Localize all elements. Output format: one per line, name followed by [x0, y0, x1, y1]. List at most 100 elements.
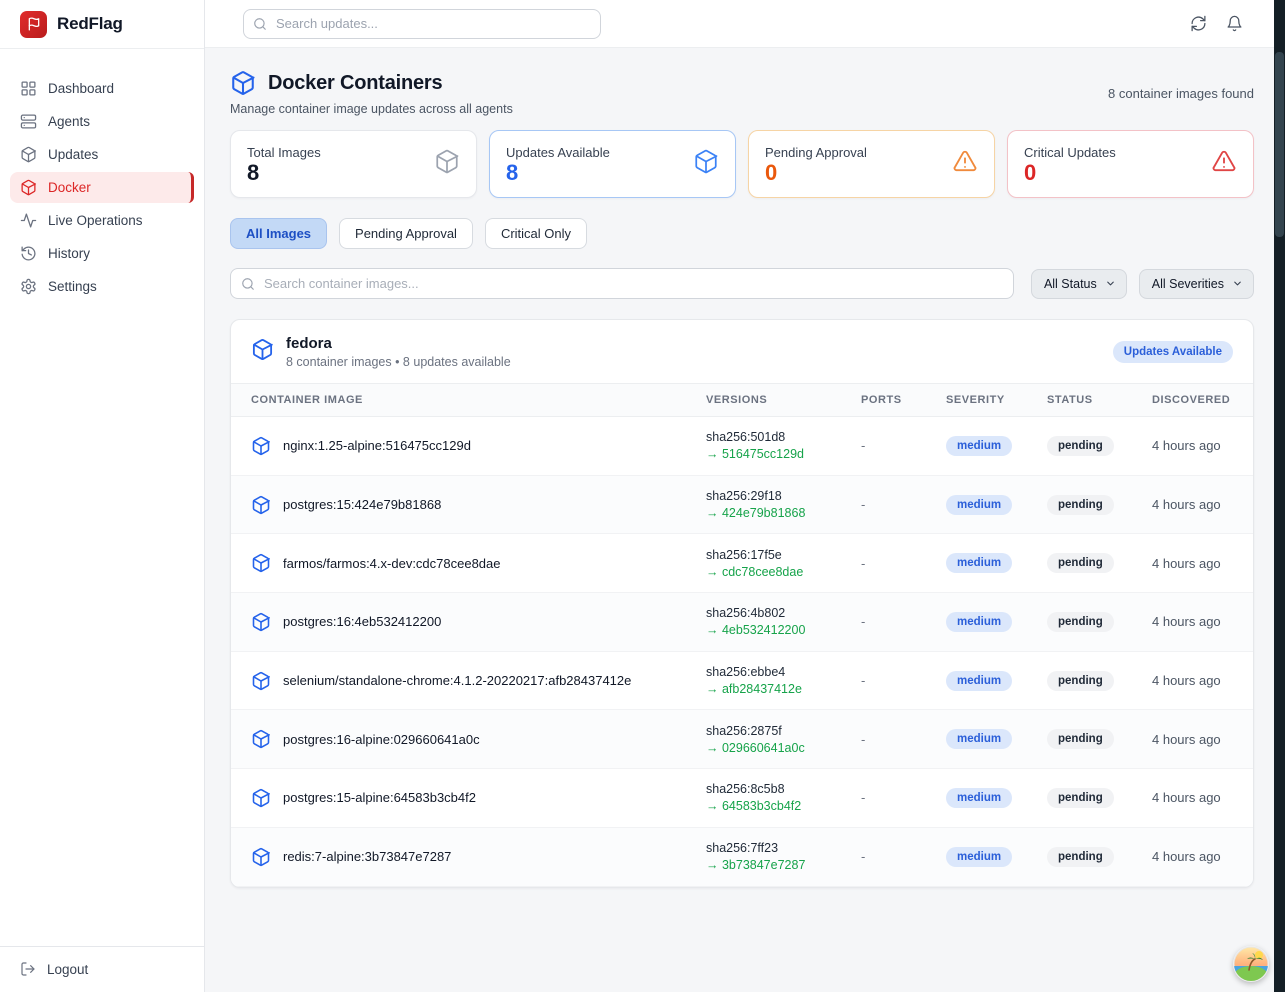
- status-badge: pending: [1047, 436, 1114, 456]
- stat-card-total-images: Total Images 8: [230, 130, 477, 198]
- sidebar-item-updates[interactable]: Updates: [10, 139, 194, 170]
- cell-container-image: redis:7-alpine:3b73847e7287: [251, 847, 706, 867]
- table-row[interactable]: postgres:16-alpine:029660641a0c sha256:2…: [231, 710, 1253, 769]
- scrollbar-track[interactable]: [1274, 0, 1285, 992]
- container-box-icon: [251, 671, 271, 691]
- stat-label: Total Images: [247, 145, 460, 160]
- table-header-row: CONTAINER IMAGE VERSIONS PORTS SEVERITY …: [231, 383, 1253, 417]
- severity-badge: medium: [946, 788, 1012, 808]
- tab-all-images[interactable]: All Images: [230, 218, 327, 249]
- cell-status: pending: [1047, 671, 1152, 691]
- cell-versions: sha256:501d8 → 516475cc129d: [706, 430, 861, 461]
- cell-ports: -: [861, 673, 946, 688]
- table-row[interactable]: redis:7-alpine:3b73847e7287 sha256:7ff23…: [231, 828, 1253, 887]
- sidebar-item-agents[interactable]: Agents: [10, 106, 194, 137]
- refresh-button[interactable]: [1189, 15, 1207, 33]
- stat-label: Pending Approval: [765, 145, 978, 160]
- status-badge: pending: [1047, 553, 1114, 573]
- table-row[interactable]: postgres:15-alpine:64583b3cb4f2 sha256:8…: [231, 769, 1253, 828]
- main-content: Docker Containers Manage container image…: [205, 48, 1285, 992]
- cell-container-image: postgres:15-alpine:64583b3cb4f2: [251, 788, 706, 808]
- page-subtitle: Manage container image updates across al…: [230, 102, 513, 116]
- cell-status: pending: [1047, 788, 1152, 808]
- warning-triangle-icon: [952, 149, 978, 180]
- topbar-actions: [1189, 15, 1255, 33]
- cell-container-image: selenium/standalone-chrome:4.1.2-2022021…: [251, 671, 706, 691]
- dashboard-grid-icon: [20, 80, 37, 97]
- topbar: [205, 0, 1285, 48]
- global-search-input[interactable]: [243, 9, 601, 39]
- cell-status: pending: [1047, 612, 1152, 632]
- update-version: → 029660641a0c: [706, 741, 861, 755]
- sidebar-item-label: Settings: [48, 279, 97, 294]
- cell-status: pending: [1047, 847, 1152, 867]
- container-box-icon: [251, 553, 271, 573]
- container-box-icon: [251, 338, 274, 366]
- container-box-icon: [251, 612, 271, 632]
- status-filter-value: All Status: [1044, 277, 1097, 291]
- cell-severity: medium: [946, 788, 1047, 808]
- cell-ports: -: [861, 438, 946, 453]
- status-badge: pending: [1047, 729, 1114, 749]
- stat-value: 0: [1024, 162, 1237, 184]
- sidebar-item-live-operations[interactable]: Live Operations: [10, 205, 194, 236]
- table-row[interactable]: nginx:1.25-alpine:516475cc129d sha256:50…: [231, 417, 1253, 476]
- logout-button[interactable]: Logout: [20, 961, 184, 977]
- tab-critical-only[interactable]: Critical Only: [485, 218, 587, 249]
- cell-status: pending: [1047, 729, 1152, 749]
- update-version: → cdc78cee8dae: [706, 565, 861, 579]
- cell-discovered: 4 hours ago: [1152, 614, 1233, 629]
- cell-severity: medium: [946, 436, 1047, 456]
- group-header: fedora 8 container images • 8 updates av…: [231, 320, 1253, 383]
- table-row[interactable]: postgres:15:424e79b81868 sha256:29f18 → …: [231, 476, 1253, 535]
- sidebar-item-label: Live Operations: [48, 213, 143, 228]
- table-row[interactable]: farmos/farmos:4.x-dev:cdc78cee8dae sha25…: [231, 534, 1253, 593]
- cell-container-image: postgres:16:4eb532412200: [251, 612, 706, 632]
- table-row[interactable]: postgres:16:4eb532412200 sha256:4b802 → …: [231, 593, 1253, 652]
- cell-ports: -: [861, 556, 946, 571]
- sidebar-item-settings[interactable]: Settings: [10, 271, 194, 302]
- current-version: sha256:ebbe4: [706, 665, 861, 679]
- cell-versions: sha256:8c5b8 → 64583b3cb4f2: [706, 782, 861, 813]
- cell-severity: medium: [946, 847, 1047, 867]
- image-name: farmos/farmos:4.x-dev:cdc78cee8dae: [283, 556, 501, 571]
- status-badge: pending: [1047, 671, 1114, 691]
- cell-severity: medium: [946, 729, 1047, 749]
- tropical-island-icon: [1233, 946, 1269, 982]
- sidebar-nav: Dashboard Agents Updates Docker Live Ope…: [0, 49, 204, 302]
- notifications-button[interactable]: [1225, 15, 1243, 33]
- sidebar-item-history[interactable]: History: [10, 238, 194, 269]
- stat-card-pending-approval: Pending Approval 0: [748, 130, 995, 198]
- sidebar-item-dashboard[interactable]: Dashboard: [10, 73, 194, 104]
- col-header-discovered: DISCOVERED: [1152, 394, 1233, 406]
- cell-discovered: 4 hours ago: [1152, 556, 1233, 571]
- image-search-input[interactable]: [230, 268, 1014, 299]
- status-badge: pending: [1047, 612, 1114, 632]
- sidebar-item-docker[interactable]: Docker: [10, 172, 194, 203]
- stat-card-updates-available: Updates Available 8: [489, 130, 736, 198]
- status-filter-select[interactable]: All Status: [1031, 269, 1127, 299]
- container-box-icon: [251, 847, 271, 867]
- image-name: postgres:16:4eb532412200: [283, 614, 441, 629]
- scrollbar-thumb[interactable]: [1275, 52, 1284, 237]
- severity-badge: medium: [946, 612, 1012, 632]
- table-row[interactable]: selenium/standalone-chrome:4.1.2-2022021…: [231, 652, 1253, 711]
- brand-header: RedFlag: [0, 0, 204, 49]
- container-box-icon: [251, 729, 271, 749]
- history-clock-icon: [20, 245, 37, 262]
- cell-status: pending: [1047, 436, 1152, 456]
- cell-container-image: nginx:1.25-alpine:516475cc129d: [251, 436, 706, 456]
- sidebar: RedFlag Dashboard Agents Updates Docker …: [0, 0, 205, 992]
- sidebar-footer: Logout: [0, 946, 204, 992]
- cell-status: pending: [1047, 495, 1152, 515]
- severity-filter-select[interactable]: All Severities: [1139, 269, 1254, 299]
- tab-pending-approval[interactable]: Pending Approval: [339, 218, 473, 249]
- current-version: sha256:8c5b8: [706, 782, 861, 796]
- container-box-icon: [693, 149, 719, 180]
- island-widget-button[interactable]: [1233, 946, 1269, 982]
- current-version: sha256:29f18: [706, 489, 861, 503]
- stat-label: Critical Updates: [1024, 145, 1237, 160]
- container-box-icon: [251, 495, 271, 515]
- image-name: postgres:16-alpine:029660641a0c: [283, 732, 480, 747]
- severity-badge: medium: [946, 553, 1012, 573]
